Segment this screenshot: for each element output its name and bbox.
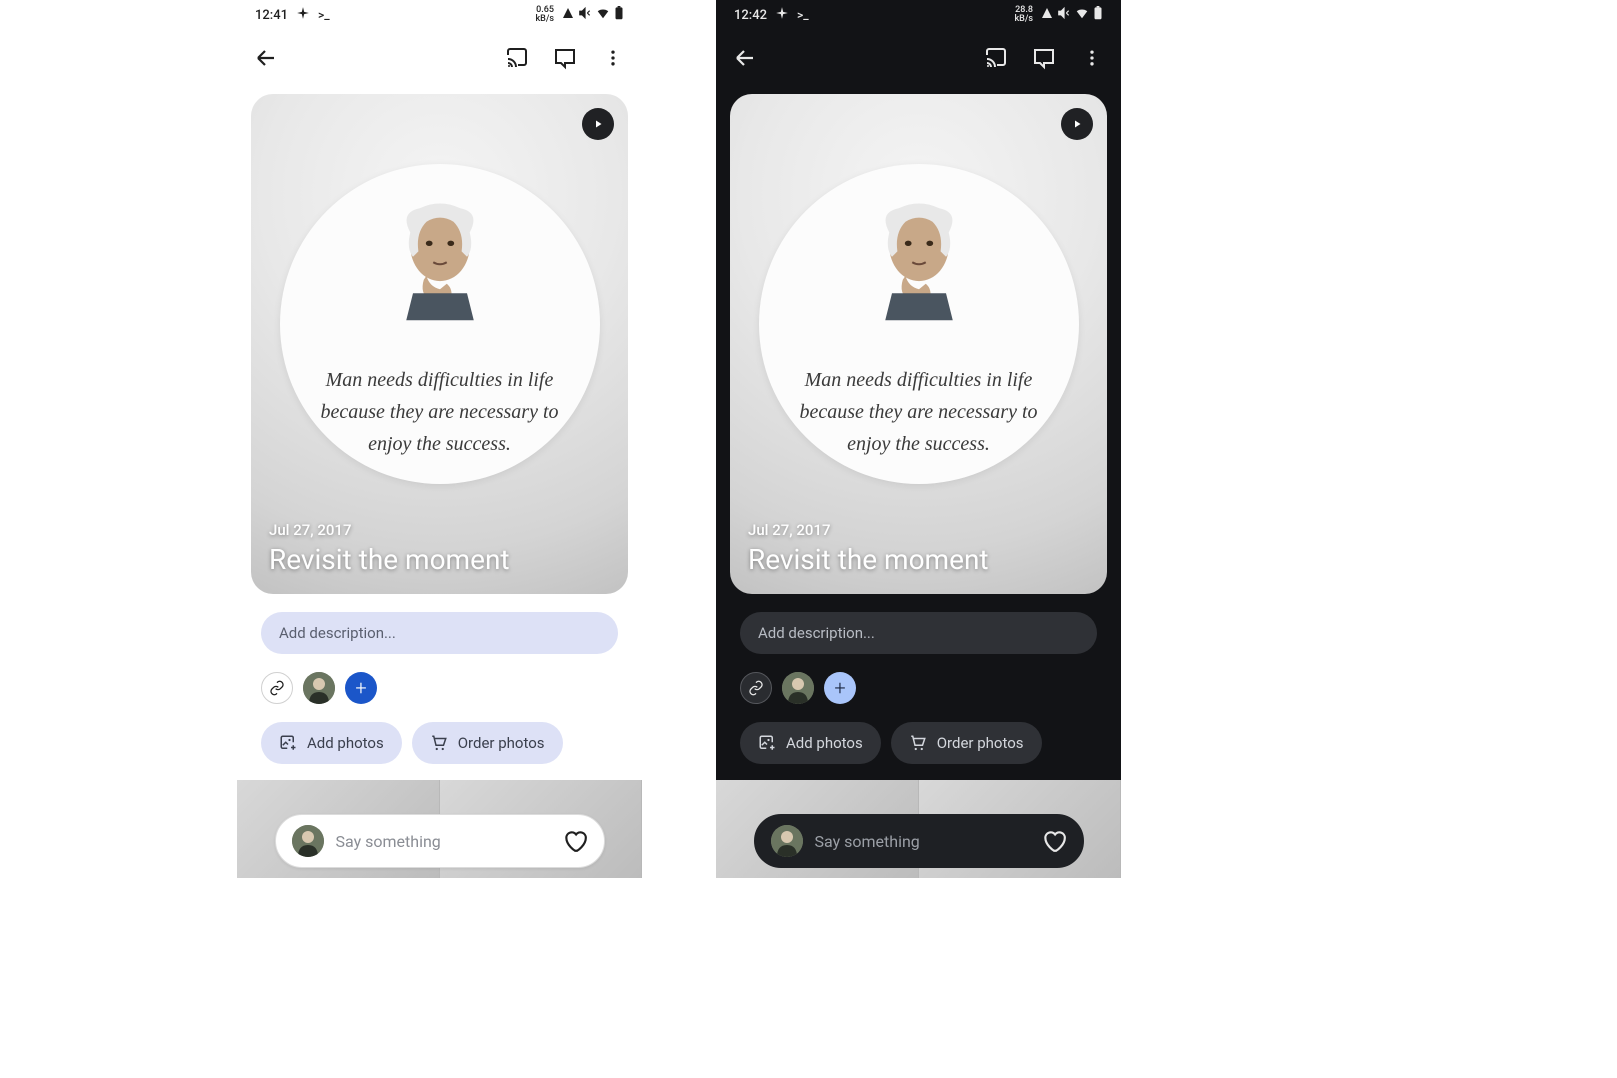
comment-placeholder: Say something xyxy=(815,832,1029,851)
contact-avatar[interactable] xyxy=(782,672,814,704)
memory-hero-card[interactable]: Man needs difficulties in life because t… xyxy=(251,94,628,594)
copy-link-button[interactable] xyxy=(740,672,772,704)
back-button[interactable] xyxy=(732,45,758,71)
comment-placeholder: Say something xyxy=(336,832,550,851)
terminal-icon: >_ xyxy=(318,8,330,22)
add-photos-label: Add photos xyxy=(307,734,384,752)
status-bar: 12:41 >_ 0.65kB/s xyxy=(237,0,642,30)
add-person-button[interactable]: + xyxy=(824,672,856,704)
add-photos-label: Add photos xyxy=(786,734,863,752)
terminal-icon: >_ xyxy=(797,8,809,22)
more-button[interactable] xyxy=(600,45,626,71)
more-button[interactable] xyxy=(1079,45,1105,71)
cast-button[interactable] xyxy=(983,45,1009,71)
add-person-button[interactable]: + xyxy=(345,672,377,704)
hero-title: Revisit the moment xyxy=(748,543,989,576)
cart-icon xyxy=(430,734,448,752)
hero-date: Jul 27, 2017 xyxy=(269,521,510,539)
quote-text: Man needs difficulties in life because t… xyxy=(290,364,590,460)
network-speed: 28.8kB/s xyxy=(1014,6,1033,24)
order-photos-button[interactable]: Order photos xyxy=(891,722,1042,764)
back-button[interactable] xyxy=(253,45,279,71)
hero-date: Jul 27, 2017 xyxy=(748,521,989,539)
cart-icon xyxy=(909,734,927,752)
cast-button[interactable] xyxy=(504,45,530,71)
like-button[interactable] xyxy=(562,828,588,854)
mute-icon xyxy=(578,6,592,24)
phone-dark: 12:42 >_ 28.8kB/s xyxy=(716,0,1121,878)
order-photos-button[interactable]: Order photos xyxy=(412,722,563,764)
signal-icon xyxy=(562,7,574,23)
plus-icon: + xyxy=(355,678,366,698)
add-photo-icon xyxy=(758,734,776,752)
order-photos-label: Order photos xyxy=(458,734,545,752)
play-button[interactable] xyxy=(1061,108,1093,140)
toolbar xyxy=(237,30,642,86)
comment-bar[interactable]: Say something xyxy=(754,814,1084,868)
user-avatar xyxy=(292,825,324,857)
portrait-image xyxy=(372,192,507,327)
gemini-icon xyxy=(775,6,789,24)
hero-title: Revisit the moment xyxy=(269,543,510,576)
mute-icon xyxy=(1057,6,1071,24)
comment-button[interactable] xyxy=(552,45,578,71)
status-time: 12:42 xyxy=(734,8,767,23)
add-photos-button[interactable]: Add photos xyxy=(740,722,881,764)
description-input[interactable]: Add description... xyxy=(740,612,1097,654)
plus-icon: + xyxy=(834,678,845,698)
wifi-icon xyxy=(1075,6,1089,24)
portrait-image xyxy=(851,192,986,327)
user-avatar xyxy=(771,825,803,857)
description-input[interactable]: Add description... xyxy=(261,612,618,654)
battery-icon xyxy=(1093,6,1103,24)
quote-text: Man needs difficulties in life because t… xyxy=(769,364,1069,460)
action-row: Add photos Order photos xyxy=(261,722,618,764)
share-row: + xyxy=(740,672,1097,704)
action-row: Add photos Order photos xyxy=(740,722,1097,764)
share-row: + xyxy=(261,672,618,704)
wifi-icon xyxy=(596,6,610,24)
status-bar: 12:42 >_ 28.8kB/s xyxy=(716,0,1121,30)
copy-link-button[interactable] xyxy=(261,672,293,704)
play-button[interactable] xyxy=(582,108,614,140)
signal-icon xyxy=(1041,7,1053,23)
description-placeholder: Add description... xyxy=(758,624,875,642)
phone-light: 12:41 >_ 0.65kB/s xyxy=(237,0,642,878)
network-speed: 0.65kB/s xyxy=(535,6,554,24)
status-time: 12:41 xyxy=(255,8,288,23)
comment-bar[interactable]: Say something xyxy=(275,814,605,868)
toolbar xyxy=(716,30,1121,86)
memory-hero-card[interactable]: Man needs difficulties in life because t… xyxy=(730,94,1107,594)
comment-button[interactable] xyxy=(1031,45,1057,71)
gemini-icon xyxy=(296,6,310,24)
description-placeholder: Add description... xyxy=(279,624,396,642)
order-photos-label: Order photos xyxy=(937,734,1024,752)
like-button[interactable] xyxy=(1041,828,1067,854)
battery-icon xyxy=(614,6,624,24)
add-photo-icon xyxy=(279,734,297,752)
add-photos-button[interactable]: Add photos xyxy=(261,722,402,764)
contact-avatar[interactable] xyxy=(303,672,335,704)
